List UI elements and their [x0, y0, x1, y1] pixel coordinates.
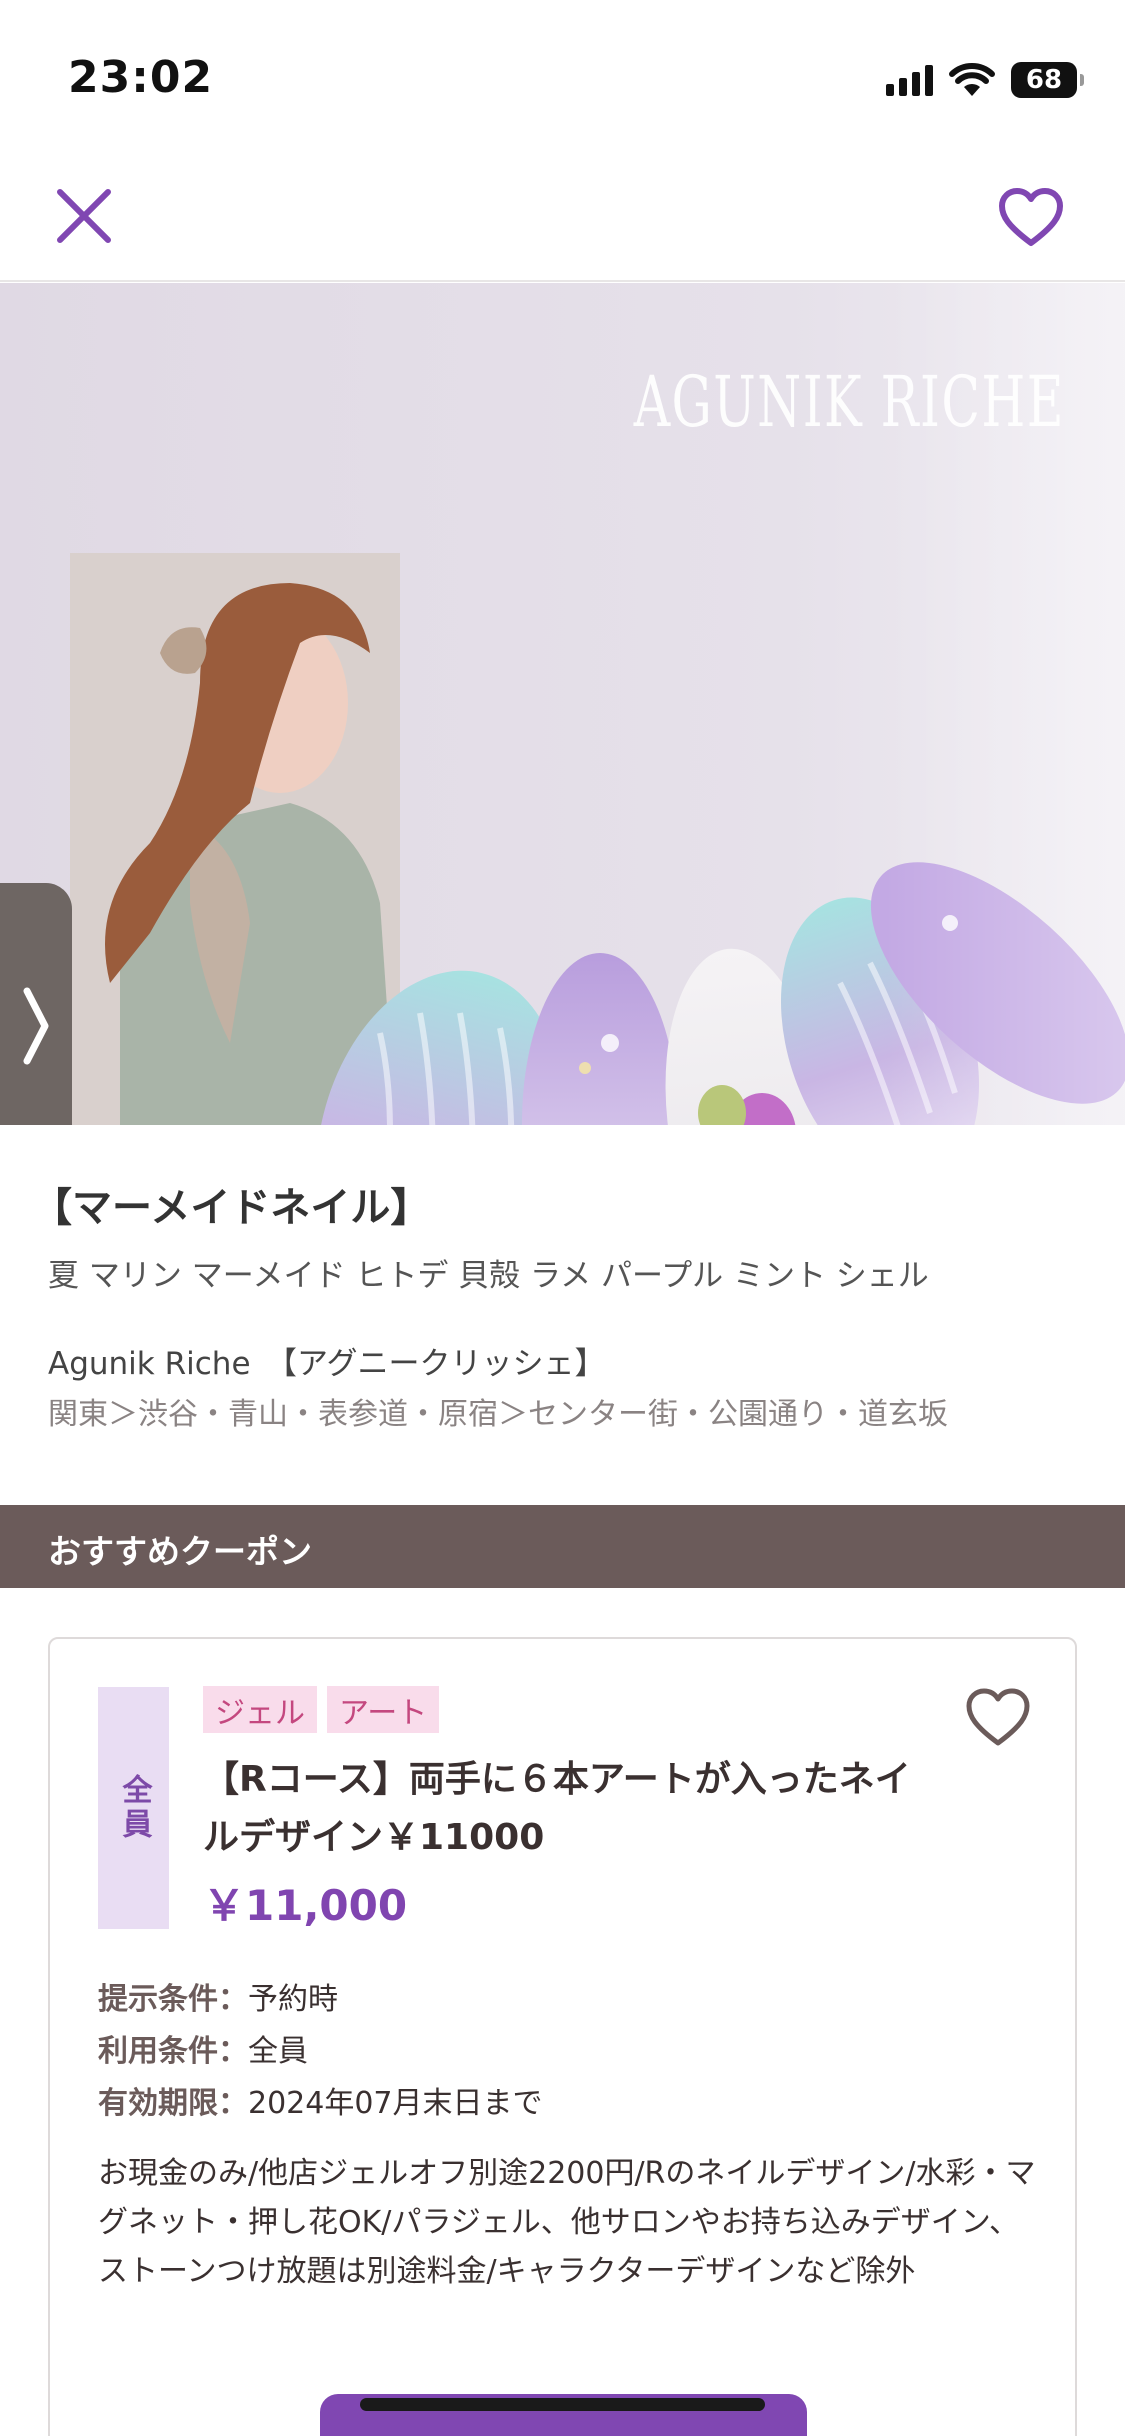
design-tags: 夏 マリン マーメイド ヒトデ 貝殻 ラメ パープル ミント シェル: [48, 1258, 929, 1294]
status-time: 23:02: [68, 52, 214, 103]
salon-name[interactable]: Agunik Riche 【アグニークリッシェ】: [48, 1338, 605, 1383]
design-info: 【マーメイドネイル】 夏 マリン マーメイド ヒトデ 貝殻 ラメ パープル ミン…: [0, 1125, 1125, 1505]
chevron-right-icon: [23, 987, 49, 1065]
target-badge: 全員: [98, 1687, 169, 1929]
heart-outline-icon: [999, 188, 1063, 246]
salon-area: 関東＞渋谷・青山・表参道・原宿＞センター街・公園通り・道玄坂: [48, 1397, 948, 1432]
category-tag: ジェル: [203, 1686, 317, 1733]
heart-outline-icon: [966, 1688, 1030, 1746]
condition-value: 全員: [248, 2034, 308, 2069]
status-bar: 23:02 68: [0, 0, 1125, 160]
condition-value: 2024年07月末日まで: [248, 2086, 543, 2121]
condition-value: 予約時: [248, 1982, 338, 2017]
condition-usage: 利用条件：全員: [98, 2034, 308, 2069]
recommended-coupon-header: おすすめクーポン: [0, 1505, 1125, 1588]
section-title: おすすめクーポン: [48, 1532, 312, 1571]
category-tag: アート: [327, 1686, 440, 1733]
status-icons: 68: [886, 58, 1084, 102]
battery-level: 68: [1025, 65, 1063, 95]
condition-label: 有効期限: [98, 2086, 218, 2121]
hero-image[interactable]: AGUNIK RICHE: [0, 283, 1125, 1125]
coupon-title: 【Rコース】両手に６本アートが入ったネイルデザイン￥11000: [203, 1759, 911, 1858]
category-tags: ジェル アート: [203, 1686, 440, 1733]
close-button[interactable]: [48, 180, 120, 252]
condition-expiry: 有効期限：2024年07月末日まで: [98, 2086, 543, 2121]
coupon-price: ￥11,000: [203, 1881, 408, 1930]
target-label: 全員: [116, 1774, 152, 1842]
coupon-description: お現金のみ/他店ジェルオフ別途2200円/Rのネイルデザイン/水彩・マグネット・…: [98, 2156, 1036, 2289]
top-nav: [0, 160, 1125, 282]
close-icon: [57, 189, 111, 243]
cellular-signal-icon: [886, 64, 933, 96]
salon-logo-watermark: AGUNIK RICHE: [633, 361, 1065, 443]
wifi-icon: [949, 63, 995, 96]
favorite-design-button[interactable]: [995, 182, 1067, 254]
next-image-button[interactable]: [0, 883, 72, 1125]
condition-label: 利用条件: [98, 2034, 218, 2069]
battery-icon: 68: [1011, 62, 1084, 98]
home-indicator[interactable]: [360, 2398, 765, 2411]
coupon-card[interactable]: 全員 ジェル アート 【Rコース】両手に６本アートが入ったネイルデザイン￥110…: [48, 1637, 1077, 2436]
condition-presentation: 提示条件：予約時: [98, 1982, 338, 2017]
favorite-coupon-button[interactable]: [961, 1681, 1035, 1755]
design-title: 【マーメイドネイル】: [32, 1185, 431, 1231]
condition-label: 提示条件: [98, 1982, 218, 2017]
